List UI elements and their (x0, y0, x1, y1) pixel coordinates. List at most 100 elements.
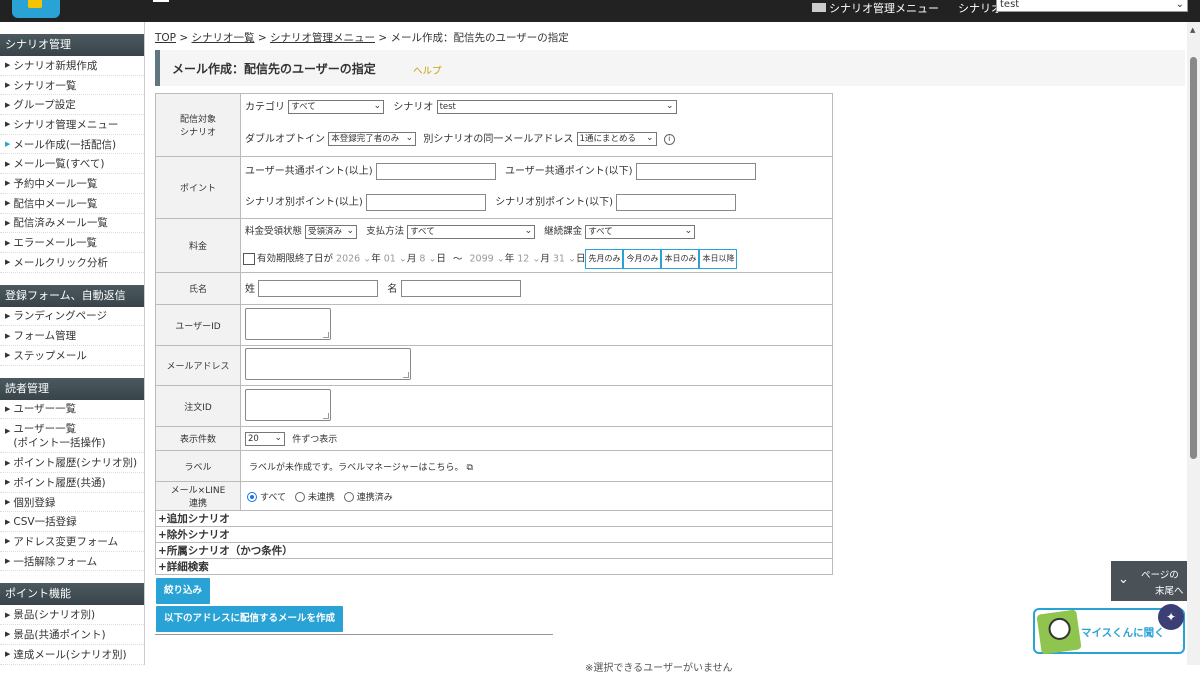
sidebar-item[interactable]: ▶ フォーム管理 (0, 326, 144, 346)
sidebar-item[interactable]: ▶ 景品(シナリオ別) (0, 605, 144, 626)
sidebar-item[interactable]: ▶ ユーザー一覧 (ポイント一括操作) (0, 419, 144, 454)
display-count-label: 表示件数 (155, 426, 241, 451)
common-point-max-input[interactable] (635, 162, 756, 180)
category-select[interactable]: すべて ⌄ (288, 100, 385, 114)
expand-additional-scenario[interactable]: +追加シナリオ (155, 510, 833, 527)
scenario-point-min-input[interactable] (366, 193, 486, 211)
line-unlinked-radio[interactable] (294, 492, 305, 502)
display-count-suffix: 件ずつ表示 (292, 434, 338, 445)
menu-icon[interactable] (153, 0, 169, 2)
sidebar-item[interactable]: ▶ グループ設定 (0, 95, 144, 116)
expiry-checkbox[interactable] (243, 253, 255, 265)
sidebar-item[interactable]: ▶ 配信済みメール一覧 (0, 214, 144, 234)
today-button[interactable]: 本日のみ (661, 249, 700, 269)
sidebar-item[interactable]: ▶ ポイント履歴(共通) (0, 473, 144, 493)
top-bar: シナリオ管理メニュー シナリオ test ⌄ (0, 0, 1200, 22)
name-cell: 姓 名 (240, 272, 833, 305)
create-mail-button[interactable]: 以下のアドレスに配信するメールを作成 (156, 606, 344, 632)
category-label: カテゴリ (245, 102, 285, 113)
breadcrumb-scenario-list-link[interactable]: シナリオ一覧 (192, 32, 255, 44)
scroll-up-icon[interactable]: ▲ (1190, 26, 1195, 34)
last-month-button[interactable]: 先月のみ (585, 249, 624, 269)
common-point-min-input[interactable] (375, 162, 496, 180)
sidebar-item-active[interactable]: ▶ メール作成(一括配信) (0, 135, 144, 155)
page-end-button[interactable]: ⌄ ページの 末尾へ (1111, 561, 1187, 601)
sidebar-item[interactable]: ▶ 個別登録 (0, 493, 144, 513)
sidebar-item[interactable]: ▶ ポイント履歴(シナリオ別) (0, 453, 144, 473)
sidebar-item[interactable]: ▶ 景品(共通ポイント) (0, 625, 144, 645)
after-today-button[interactable]: 本日以降 (699, 249, 738, 269)
sidebar-item[interactable]: ▶ 配信中メール一覧 (0, 194, 144, 214)
to-year-select[interactable]: 2099 ⌄ (470, 254, 505, 265)
user-id-textarea[interactable] (245, 307, 331, 340)
sidebar-item-label: 景品(シナリオ別) (13, 609, 96, 622)
expand-excluded-scenario[interactable]: +除外シナリオ (155, 526, 833, 543)
sidebar-item[interactable]: ▶ アドレス変更フォーム (0, 532, 144, 552)
app-logo[interactable] (12, 0, 60, 18)
sidebar-item[interactable]: ▶ ステップメール (0, 346, 144, 366)
sidebar-item[interactable]: ▶ メールクリック分析 (0, 253, 144, 273)
to-month-select[interactable]: 12 ⌄ (517, 254, 540, 265)
sidebar-item[interactable]: ▶ シナリオ管理メニュー (0, 115, 144, 135)
sidebar-item[interactable]: ▶ 予約中メール一覧 (0, 174, 144, 194)
from-day-select[interactable]: 8 ⌄ (419, 254, 436, 265)
first-name-input[interactable] (400, 280, 521, 298)
from-year-select[interactable]: 2026 ⌄ (336, 254, 371, 265)
scenario-point-max-input[interactable] (616, 193, 737, 211)
payment-method-select[interactable]: すべて ⌄ (407, 224, 536, 239)
range-tilde: ～ (452, 253, 463, 265)
breadcrumb-scenario-menu-link[interactable]: シナリオ管理メニュー (270, 32, 375, 44)
order-id-textarea[interactable] (245, 388, 331, 421)
scenario-select[interactable]: test ⌄ (996, 0, 1188, 12)
sidebar-item[interactable]: ▶ ユーザー一覧 (0, 400, 144, 420)
expand-belonging-scenario[interactable]: +所属シナリオ（かつ条件） (155, 542, 833, 559)
sidebar-item[interactable]: ▶ ランディングページ (0, 307, 144, 327)
target-scenario-label: 配信対象 シナリオ (155, 93, 241, 157)
sidebar-item[interactable]: ▶ 一括解除フォーム (0, 552, 144, 572)
line-all-radio[interactable] (247, 492, 257, 502)
page-end-label-1: ページの (1141, 570, 1179, 581)
sidebar-item[interactable]: ▶ 達成メール(シナリオ別) (0, 645, 144, 665)
target-label-line1: 配信対象 (179, 115, 216, 125)
email-textarea[interactable] (245, 348, 411, 380)
line-link-label: メール×LINE 連携 (155, 481, 241, 511)
scroll-thumb[interactable] (1190, 57, 1197, 459)
external-link-icon[interactable]: ⧉ (466, 463, 472, 473)
triangle-icon: ▶ (5, 630, 11, 639)
info-icon[interactable]: i (663, 133, 675, 145)
to-day-select[interactable]: 31 ⌄ (553, 254, 576, 265)
last-name-input[interactable] (258, 280, 379, 298)
help-link[interactable]: ヘルプ (413, 63, 442, 77)
sparkle-icon[interactable]: ✦ (1158, 604, 1184, 630)
breadcrumb-top-link[interactable]: TOP (155, 32, 176, 44)
expand-detail-search[interactable]: +詳細検索 (155, 558, 833, 575)
scenario-filter-select[interactable]: test ⌄ (436, 100, 677, 114)
display-count-select[interactable]: 20 ⌄ (245, 431, 285, 446)
recurring-select[interactable]: すべて ⌄ (585, 224, 696, 239)
this-month-button[interactable]: 今月のみ (623, 249, 662, 269)
filter-button[interactable]: 絞り込み (156, 578, 211, 604)
fee-status-label: 料金受領状態 (245, 226, 303, 237)
sidebar-item[interactable]: ▶ シナリオ一覧 (0, 76, 144, 96)
sidebar-item[interactable]: ▶ メール一覧(すべて) (0, 154, 144, 175)
sidebar-item[interactable]: ▶ エラーメール一覧 (0, 233, 144, 253)
common-point-min-label: ユーザー共通ポイント(以上) (245, 166, 373, 177)
sidebar-item[interactable]: ▶ シナリオ新規作成 (0, 56, 144, 76)
fee-status-select[interactable]: 受領済み ⌄ (305, 224, 358, 239)
sidebar-item-label: シナリオ一覧 (13, 79, 77, 92)
chevron-down-icon: ⌄ (646, 133, 654, 143)
same-email-select[interactable]: 1通にまとめる ⌄ (576, 132, 657, 146)
sidebar-item[interactable]: ▶ CSV一括登録 (0, 512, 144, 533)
sidebar-item-label: メール作成(一括配信) (13, 138, 117, 151)
scenario-menu-link[interactable]: シナリオ管理メニュー (812, 0, 939, 16)
label-manager-link[interactable]: ラベルが未作成です。ラベルマネージャーはこちら。 (249, 463, 463, 473)
chevron-down-icon: ⌄ (524, 225, 533, 236)
line-linked-radio[interactable] (343, 492, 354, 502)
double-optin-select[interactable]: 本登録完了者のみ ⌄ (328, 132, 417, 146)
recurring-value: すべて (588, 226, 613, 237)
sidebar-item-label: シナリオ管理メニュー (13, 118, 119, 131)
triangle-icon: ▶ (5, 537, 11, 546)
scrollbar[interactable]: ▲ (1187, 22, 1200, 665)
triangle-icon: ▶ (5, 458, 11, 467)
from-month-select[interactable]: 01 ⌄ (384, 254, 407, 265)
